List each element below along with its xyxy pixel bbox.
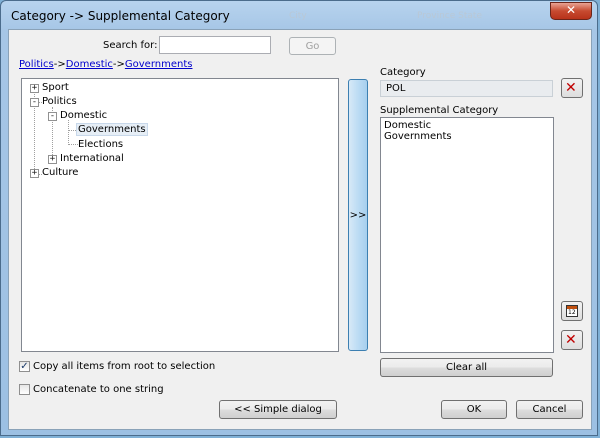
copy-all-label: Copy all items from root to selection <box>33 361 216 372</box>
concatenate-label: Concatenate to one string <box>33 384 164 395</box>
dialog-client-area: Search for: Go Politics->Domestic->Gover… <box>8 29 592 430</box>
search-label: Search for: <box>103 40 158 51</box>
expand-culture-icon[interactable]: + <box>30 169 39 178</box>
clear-all-button[interactable]: Clear all <box>380 358 553 377</box>
dialog-window: Category -> Supplemental Category City P… <box>0 0 598 436</box>
simple-dialog-button[interactable]: << Simple dialog <box>219 400 337 419</box>
calendar-button[interactable]: 12 <box>561 301 583 321</box>
concatenate-checkbox[interactable] <box>19 384 30 395</box>
collapse-politics-icon[interactable]: - <box>30 98 39 107</box>
list-item[interactable]: Domestic <box>384 120 550 131</box>
add-arrow-label: >> <box>349 210 367 221</box>
search-input[interactable] <box>159 36 271 54</box>
tree-node-culture[interactable]: Culture <box>42 167 78 178</box>
expand-sport-icon[interactable]: + <box>30 84 39 93</box>
delete-supplemental-button[interactable]: ✕ <box>561 330 583 350</box>
delete-icon: ✕ <box>565 80 577 96</box>
clear-category-button[interactable]: ✕ <box>561 78 583 98</box>
breadcrumb-link-politics[interactable]: Politics <box>19 59 54 70</box>
ok-button[interactable]: OK <box>441 400 507 419</box>
tree-node-sport[interactable]: Sport <box>42 82 69 93</box>
add-to-supplemental-button[interactable]: >> <box>348 79 368 351</box>
tree-node-governments[interactable]: Governments <box>76 123 148 136</box>
tree-node-international[interactable]: International <box>60 153 124 164</box>
window-close-button[interactable]: ✕ <box>550 2 592 20</box>
category-tree[interactable]: + Sport - Politics - Domestic Government… <box>21 78 339 352</box>
delete-icon: ✕ <box>565 332 577 348</box>
supplemental-list[interactable]: Domestic Governments <box>380 117 554 353</box>
breadcrumb-separator: -> <box>112 59 125 70</box>
supplemental-label: Supplemental Category <box>380 105 499 116</box>
collapse-domestic-icon[interactable]: - <box>48 112 57 121</box>
expand-international-icon[interactable]: + <box>48 155 57 164</box>
close-icon: ✕ <box>565 3 577 17</box>
copy-all-checkbox[interactable]: ✓ <box>19 361 30 372</box>
go-button[interactable]: Go <box>289 37 336 55</box>
window-title: Category -> Supplemental Category <box>11 9 230 23</box>
category-label: Category <box>380 67 426 78</box>
tree-node-domestic[interactable]: Domestic <box>60 110 107 121</box>
background-label-province: Province State <box>417 11 482 21</box>
title-bar[interactable]: Category -> Supplemental Category City P… <box>1 1 599 29</box>
list-item[interactable]: Governments <box>384 131 550 142</box>
calendar-icon: 12 <box>566 305 578 317</box>
breadcrumb-link-domestic[interactable]: Domestic <box>66 59 113 70</box>
breadcrumb: Politics->Domestic->Governments <box>19 59 192 70</box>
background-label-city: City <box>289 11 307 21</box>
category-field: POL <box>380 80 553 97</box>
tree-node-elections[interactable]: Elections <box>78 139 123 150</box>
breadcrumb-link-governments[interactable]: Governments <box>125 59 193 70</box>
cancel-button[interactable]: Cancel <box>516 400 583 419</box>
tree-node-politics[interactable]: Politics <box>42 96 77 107</box>
breadcrumb-separator: -> <box>53 59 66 70</box>
